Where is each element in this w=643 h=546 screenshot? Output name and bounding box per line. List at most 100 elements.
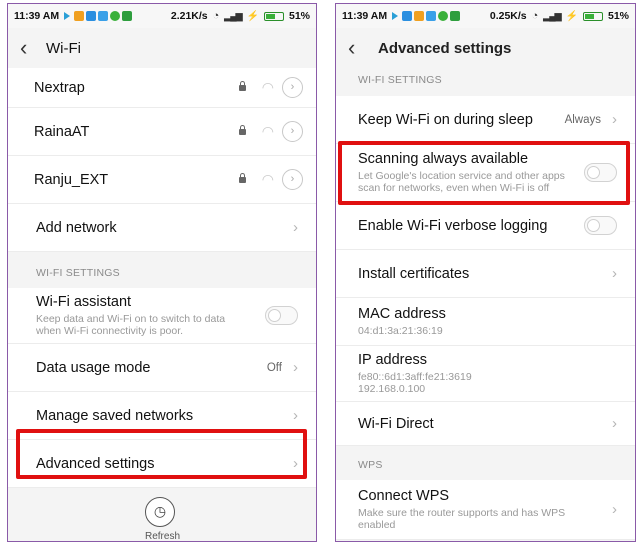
whatsapp-icon xyxy=(110,11,121,21)
chevron-right-icon: › xyxy=(293,219,298,236)
wifi-assistant-toggle[interactable] xyxy=(265,306,298,325)
notification-icon xyxy=(426,11,437,21)
lock-icon xyxy=(239,124,246,135)
scanning-toggle[interactable] xyxy=(584,163,617,182)
scanning-description: Let Google's location service and other … xyxy=(358,170,565,194)
network-speed: 0.25K/s xyxy=(489,10,527,22)
charging-icon: ⚡ xyxy=(246,10,259,22)
refresh-label: Refresh xyxy=(145,531,181,542)
battery-percent: 51% xyxy=(288,10,310,22)
ipv6-address-value: fe80::6d1:3aff:fe21:3619 xyxy=(358,371,472,383)
install-certificates-label: Install certificates xyxy=(358,265,470,282)
verbose-logging-row[interactable]: Enable Wi-Fi verbose logging xyxy=(336,202,635,250)
add-network-button[interactable]: Add network › xyxy=(8,204,316,252)
notification-icon xyxy=(86,11,97,21)
chevron-right-icon: › xyxy=(612,111,617,128)
network-details-button[interactable]: › xyxy=(282,121,303,142)
charging-icon: ⚡ xyxy=(565,10,578,22)
page-title: Advanced settings xyxy=(378,39,512,57)
advanced-settings-screen: 11:39 AM 0.25K/s ◔ ▂▄▆ ⚡ 51% ‹ Advanced … xyxy=(335,3,636,542)
network-name: Ranju_EXT xyxy=(34,171,109,188)
phone-icon xyxy=(122,11,133,21)
network-item[interactable]: Ranju_EXT ◠ › xyxy=(8,156,316,204)
wifi-status-icon: ◔ xyxy=(531,10,539,22)
network-item[interactable]: RainaAT ◠ › xyxy=(8,108,316,156)
network-item[interactable]: Nextrap ◠ › xyxy=(8,68,316,108)
network-speed: 2.21K/s xyxy=(170,10,208,22)
ipv4-address-value: 192.168.0.100 xyxy=(358,383,426,395)
data-usage-mode-label: Data usage mode xyxy=(36,359,151,376)
manage-saved-networks-label: Manage saved networks xyxy=(36,407,194,424)
wifi-screen: 11:39 AM 2.21K/s ◔ ▂▄▆ ⚡ 51% ‹ Wi-Fi Nex… xyxy=(7,3,317,542)
chevron-right-icon: › xyxy=(612,415,617,432)
wifi-signal-icon: ◠ xyxy=(261,79,274,95)
battery-icon xyxy=(263,11,284,21)
notification-icon xyxy=(98,11,109,21)
chevron-right-icon: › xyxy=(293,359,298,376)
network-details-button[interactable]: › xyxy=(282,169,303,190)
section-header: WI-FI SETTINGS xyxy=(8,252,316,288)
chevron-right-icon: › xyxy=(612,265,617,282)
wifi-direct-row[interactable]: Wi-Fi Direct › xyxy=(336,402,635,446)
phone-icon xyxy=(450,11,461,21)
status-time: 11:39 AM xyxy=(342,10,388,22)
chevron-right-icon: › xyxy=(293,455,298,472)
network-name: RainaAT xyxy=(34,123,90,140)
section-header: WI-FI SETTINGS xyxy=(336,68,635,96)
keep-wifi-on-row[interactable]: Keep Wi-Fi on during sleep Always › xyxy=(336,96,635,144)
verbose-logging-label: Enable Wi-Fi verbose logging xyxy=(358,217,548,234)
wifi-direct-label: Wi-Fi Direct xyxy=(358,415,434,432)
network-name: Nextrap xyxy=(34,79,85,96)
wifi-status-icon: ◔ xyxy=(212,10,220,22)
data-usage-mode-row[interactable]: Data usage mode Off › xyxy=(8,344,316,392)
whatsapp-icon xyxy=(438,11,449,21)
advanced-settings-row[interactable]: Advanced settings › xyxy=(8,440,316,488)
section-header: WPS xyxy=(336,446,635,480)
keep-wifi-on-label: Keep Wi-Fi on during sleep xyxy=(358,111,533,128)
wifi-assistant-row[interactable]: Wi-Fi assistant Keep data and Wi-Fi on t… xyxy=(8,288,316,344)
back-arrow-icon[interactable]: ‹ xyxy=(20,37,42,59)
page-title: Wi-Fi xyxy=(46,39,81,57)
manage-saved-networks-row[interactable]: Manage saved networks › xyxy=(8,392,316,440)
refresh-button[interactable]: ◷ xyxy=(145,497,175,527)
install-certificates-row[interactable]: Install certificates › xyxy=(336,250,635,298)
connect-wps-row[interactable]: Connect WPS Make sure the router support… xyxy=(336,480,635,540)
battery-percent: 51% xyxy=(607,10,629,22)
status-time: 11:39 AM xyxy=(14,10,60,22)
lock-icon xyxy=(239,80,246,91)
mac-address-row: MAC address 04:d1:3a:21:36:19 xyxy=(336,298,635,346)
notification-icon xyxy=(74,11,85,21)
wifi-assistant-description: Keep data and Wi-Fi on to switch to data… xyxy=(36,313,226,337)
network-details-button[interactable]: › xyxy=(282,77,303,98)
verbose-logging-toggle[interactable] xyxy=(584,216,617,235)
notification-icon xyxy=(402,11,413,21)
wifi-assistant-label: Wi-Fi assistant xyxy=(36,294,132,310)
advanced-settings-label: Advanced settings xyxy=(36,455,155,472)
status-bar: 11:39 AM 0.25K/s ◔ ▂▄▆ ⚡ 51% xyxy=(336,4,635,28)
signal-icon: ▂▄▆ xyxy=(543,10,561,21)
refresh-icon: ◷ xyxy=(153,503,167,519)
scanning-always-available-row[interactable]: Scanning always available Let Google's l… xyxy=(336,144,635,202)
battery-icon xyxy=(582,11,603,21)
play-store-icon xyxy=(64,12,71,20)
title-bar: ‹ Wi-Fi xyxy=(8,28,316,68)
network-list: Nextrap ◠ › RainaAT ◠ › Ranju_EXT ◠ › Ad… xyxy=(8,68,316,488)
back-arrow-icon[interactable]: ‹ xyxy=(348,37,370,59)
ip-address-label: IP address xyxy=(358,352,428,368)
data-usage-mode-value: Off xyxy=(266,361,282,374)
add-network-label: Add network xyxy=(36,219,117,236)
scanning-label: Scanning always available xyxy=(358,151,529,167)
chevron-right-icon: › xyxy=(612,501,617,518)
notification-icon xyxy=(414,11,425,21)
lock-icon xyxy=(239,172,246,183)
title-bar: ‹ Advanced settings xyxy=(336,28,635,68)
mac-address-label: MAC address xyxy=(358,306,446,322)
keep-wifi-on-value: Always xyxy=(564,113,601,126)
connect-wps-description: Make sure the router supports and has WP… xyxy=(358,507,566,531)
chevron-right-icon: › xyxy=(293,407,298,424)
notification-icons xyxy=(64,11,133,21)
play-store-icon xyxy=(392,12,399,20)
mac-address-value: 04:d1:3a:21:36:19 xyxy=(358,325,443,337)
status-bar: 11:39 AM 2.21K/s ◔ ▂▄▆ ⚡ 51% xyxy=(8,4,316,28)
signal-icon: ▂▄▆ xyxy=(224,10,242,21)
